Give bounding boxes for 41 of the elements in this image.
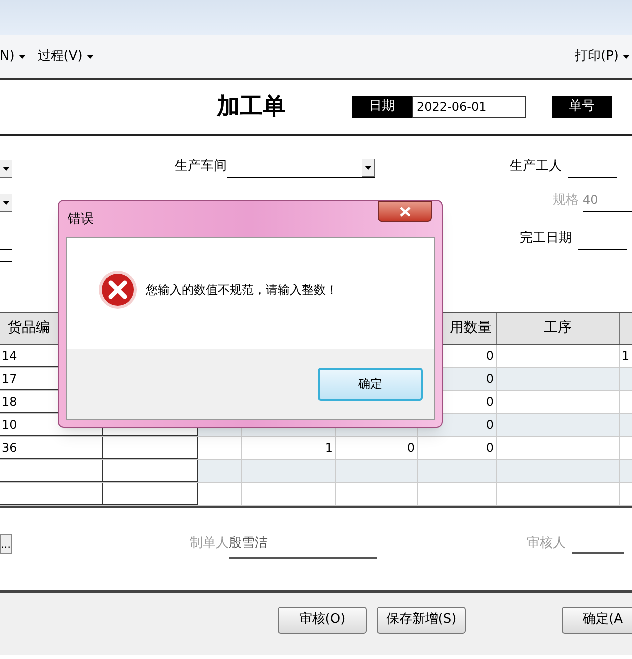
table-cell: 36 — [0, 437, 103, 459]
table-cell: 0 — [336, 437, 418, 459]
table-cell: 1 — [242, 437, 336, 459]
form-title: 加工单 — [217, 92, 286, 122]
action-button[interactable]: 保存新增(S) — [377, 606, 466, 634]
workshop-field[interactable] — [227, 159, 375, 178]
table-cell: 1 — [620, 345, 632, 367]
workshop-label: 生产车间 — [175, 158, 227, 176]
error-icon — [98, 270, 138, 310]
ok-button[interactable]: 确定 — [318, 368, 423, 400]
number-label: 单号 — [552, 96, 612, 118]
spec-field[interactable]: 40 — [583, 191, 632, 212]
date-label: 日期 — [352, 96, 412, 118]
date-field[interactable]: 2022-06-01 — [412, 96, 526, 118]
reviewer-label: 审核人 — [527, 535, 566, 553]
menu-item[interactable]: N) — [0, 46, 26, 66]
spec-label: 规格 — [553, 192, 579, 210]
close-icon — [400, 206, 410, 216]
table-cell: 0 — [418, 437, 497, 459]
action-button[interactable]: 确定(A — [562, 606, 632, 634]
dropdown-button[interactable] — [0, 160, 12, 178]
error-message: 您输入的数值不规范，请输入整数！ — [146, 282, 338, 298]
dialog-title: 错误 — [68, 211, 94, 229]
dropdown-arrow-icon — [86, 54, 94, 58]
finish-date-label: 完工日期 — [520, 230, 572, 248]
dropdown-arrow-icon — [364, 166, 372, 170]
dropdown-arrow-icon — [2, 200, 10, 204]
menu-item[interactable]: 打印(P) — [575, 46, 630, 66]
dropdown-arrow-icon — [2, 166, 10, 170]
dropdown-arrow-icon — [18, 54, 26, 58]
more-button[interactable]: … — [0, 534, 12, 554]
column-header: 工序 — [497, 313, 620, 344]
worker-label: 生产工人 — [510, 158, 562, 176]
dropdown-arrow-icon — [623, 54, 630, 58]
close-button[interactable] — [378, 201, 432, 222]
dropdown-button[interactable] — [362, 159, 375, 177]
maker-label: 制单人 — [190, 535, 229, 553]
maker-field[interactable]: 殷雪洁 — [229, 534, 377, 558]
action-button[interactable]: 审核(O) — [278, 606, 367, 634]
dropdown-button[interactable] — [0, 194, 12, 212]
menu-item[interactable]: 过程(V) — [38, 46, 94, 66]
